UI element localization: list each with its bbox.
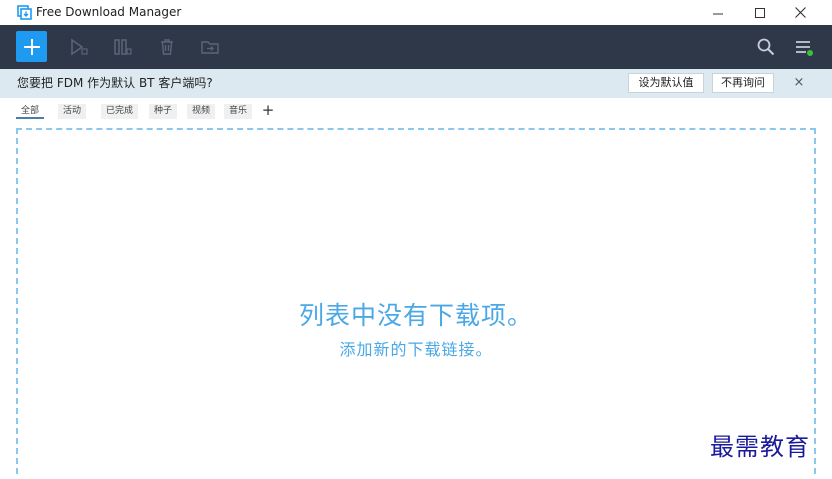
pause-icon[interactable]: [112, 37, 132, 57]
fdm-logo-icon: [17, 5, 32, 20]
start-icon[interactable]: [68, 37, 88, 57]
empty-list-title: 列表中没有下载项。: [298, 301, 533, 330]
delete-icon[interactable]: [157, 37, 177, 57]
maximize-button[interactable]: [738, 0, 782, 25]
never-ask-button[interactable]: 不再询问: [712, 73, 774, 93]
tab-video[interactable]: 视频: [187, 104, 216, 119]
maximize-icon: [755, 7, 765, 18]
move-folder-icon[interactable]: [200, 37, 220, 57]
set-default-button[interactable]: 设为默认值: [628, 73, 704, 93]
empty-list-subtitle: 添加新的下载链接。: [339, 340, 493, 359]
tab-music[interactable]: 音乐: [224, 104, 253, 119]
add-download-button[interactable]: [16, 31, 47, 62]
search-icon[interactable]: [756, 37, 776, 57]
menu-icon[interactable]: [794, 37, 814, 57]
add-tab-button[interactable]: +: [261, 102, 275, 118]
tab-completed[interactable]: 已完成: [101, 104, 139, 119]
banner-close-icon[interactable]: ×: [792, 75, 806, 91]
minimize-button[interactable]: [696, 0, 740, 25]
window-title: Free Download Manager: [36, 5, 182, 19]
status-dot-icon: [807, 50, 813, 56]
plus-icon: [23, 38, 40, 55]
watermark: 最需教育: [710, 433, 810, 461]
tab-torrents[interactable]: 种子: [149, 104, 178, 119]
close-icon: [794, 7, 806, 18]
tab-all[interactable]: 全部: [16, 104, 45, 119]
tab-active[interactable]: 活动: [58, 104, 87, 119]
close-window-button[interactable]: [778, 0, 822, 25]
minimize-icon: [713, 13, 723, 14]
banner-message: 您要把 FDM 作为默认 BT 客户端吗?: [17, 76, 213, 90]
